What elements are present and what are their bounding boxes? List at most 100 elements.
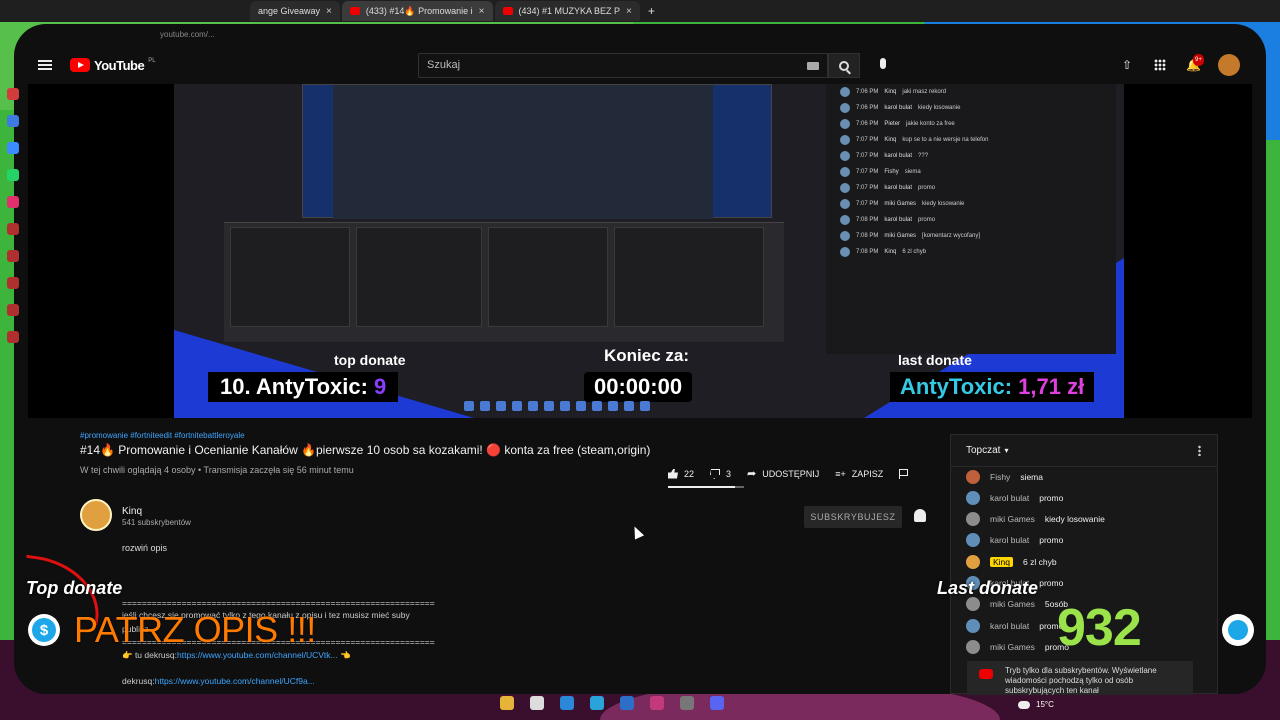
notifications-bell-icon[interactable]: 🔔 9+ [1186,54,1204,71]
dislike-count: 3 [726,468,732,479]
app-icon [592,401,602,411]
close-icon[interactable]: × [326,6,332,17]
chat-message: ??? [918,153,929,159]
twitch-icon[interactable] [7,115,19,127]
chat-author[interactable]: miki Games [990,642,1035,652]
thumbs-down-icon [710,469,720,479]
avatar [840,103,850,113]
chat-author[interactable]: karol bulat [990,493,1029,503]
edge-icon[interactable] [590,696,604,710]
history-icon[interactable] [7,277,19,289]
embedded-chat-row: 7:07 PM karol bulat??? [826,148,1116,164]
browser-tab-active[interactable]: (433) #14🔥 Promowanie i × [341,1,493,21]
notification-bell-icon[interactable] [914,509,926,522]
person-icon [1222,614,1254,646]
microphone-icon[interactable] [880,58,886,69]
chat-author: Kinq [884,137,897,143]
patrz-opis-banner: PATRZ OPIS !!! [74,609,316,650]
account-avatar[interactable] [1218,54,1240,76]
top-donor-value: 9 [374,374,387,399]
chat-author: Kinq [884,249,897,255]
description-link[interactable]: https://www.youtube.com/channel/UCVtk... [177,650,338,660]
chat-time: 7:07 PM [856,169,879,175]
save-button[interactable]: ≡+ ZAPISZ [835,469,883,479]
chat-message: 6 zl chyb [902,249,927,255]
chat-author[interactable]: Fishy [990,472,1010,482]
subscribed-button[interactable]: SUBSKRYBUJESZ [804,506,902,528]
channel-subscribers: 541 subskrybentów [122,518,191,527]
windows-start-icon [464,401,474,411]
chat-author-owner-badge[interactable]: Kinq [990,557,1014,567]
video-hashtags[interactable]: #promowanie #fortniteedit #fortnitebattl… [80,431,245,440]
file-explorer-icon[interactable] [500,696,514,710]
chat-author[interactable]: karol bulat [990,621,1029,631]
description-link[interactable]: https://www.youtube.com/channel/UCf9a... [155,676,315,686]
embedded-chat-row: 7:06 PM Kinq jaki masz rekord [826,84,1116,100]
youtube-logo[interactable]: YouTube PL [70,58,156,73]
new-tab-icon[interactable]: + [648,4,655,18]
chat-message-row: miki Games promo [966,640,1069,654]
player-icon[interactable] [7,223,19,235]
app-icon [576,401,586,411]
send-icon[interactable] [7,250,19,262]
video-player[interactable]: 7:06 PM Kinq jaki masz rekord 7:06 PM karol… [28,84,1252,418]
whatsapp-icon[interactable] [7,169,19,181]
settings-icon[interactable] [7,331,19,343]
chat-mode-dropdown[interactable]: Topczat [966,445,1000,456]
last-donor-name: AntyToxic: [900,374,1013,399]
show-more-link[interactable]: rozwiń opis [122,543,167,553]
apps-grid-icon[interactable] [1154,59,1166,71]
close-icon[interactable]: × [626,6,632,17]
overlay-last-donate-label: last donate [898,352,972,368]
browser-tab[interactable]: (434) #1 MUZYKA BEZ P × [494,1,640,21]
search-input[interactable]: Szukaj [418,53,828,78]
chat-author[interactable]: karol bulat [990,535,1029,545]
search-button[interactable] [828,53,860,78]
youtube-play-icon [70,58,90,72]
chat-message: promo [1039,535,1064,545]
video-meta: W tej chwili oglądają 4 osoby • Transmis… [80,465,354,475]
obs-icon[interactable] [680,696,694,710]
weather-widget[interactable]: 15°C [1018,700,1054,709]
obs-preview-inner [333,85,713,219]
chat-author[interactable]: miki Games [990,514,1035,524]
box-icon[interactable] [7,304,19,316]
app-icon[interactable] [650,696,664,710]
chat-time: 7:08 PM [856,249,879,255]
youtube-favicon-icon [502,7,513,15]
instagram-icon[interactable] [7,196,19,208]
menu-icon[interactable] [38,60,52,70]
dislike-button[interactable]: 3 [710,468,732,479]
share-icon: ➦ [747,468,757,480]
report-flag-icon[interactable] [899,468,909,479]
store-icon[interactable] [620,696,634,710]
share-button[interactable]: ➦ UDOSTĘPNIJ [747,467,819,480]
follower-counter: 932 [1057,599,1142,657]
app-icon [512,401,522,411]
avatar [840,151,850,161]
obs-scenes-panel [230,227,350,327]
person-icon-inner [1228,620,1248,640]
channel-avatar[interactable] [80,499,112,531]
notice-text: Tryb tylko dla subskrybentów. Wyświetlan… [1005,666,1157,695]
browser-tab[interactable]: ange Giveaway × [250,1,340,21]
shopping-icon[interactable] [7,88,19,100]
avatar [966,470,980,484]
notepad-icon[interactable] [530,696,544,710]
avatar [840,199,850,209]
upload-icon[interactable]: ⇧ [1122,59,1134,71]
chat-message: kiedy losowanie [918,105,961,111]
chat-message: kup se to a nie wersje na telefon [902,137,989,143]
like-button[interactable]: 22 [668,468,694,479]
close-icon[interactable]: × [479,6,485,17]
playlist-add-icon: ≡+ [835,468,846,479]
chat-author[interactable]: miki Games [990,599,1035,609]
channel-name[interactable]: Kinq [122,506,142,517]
embedded-chat-row: 7:07 PM karol bulat promo [826,180,1116,196]
mail-icon[interactable] [560,696,574,710]
chevron-down-icon[interactable]: ▾ [1004,446,1008,455]
keyboard-icon[interactable] [807,62,819,70]
discord-icon[interactable] [710,696,724,710]
messenger-icon[interactable] [7,142,19,154]
more-options-icon[interactable] [1198,445,1201,456]
